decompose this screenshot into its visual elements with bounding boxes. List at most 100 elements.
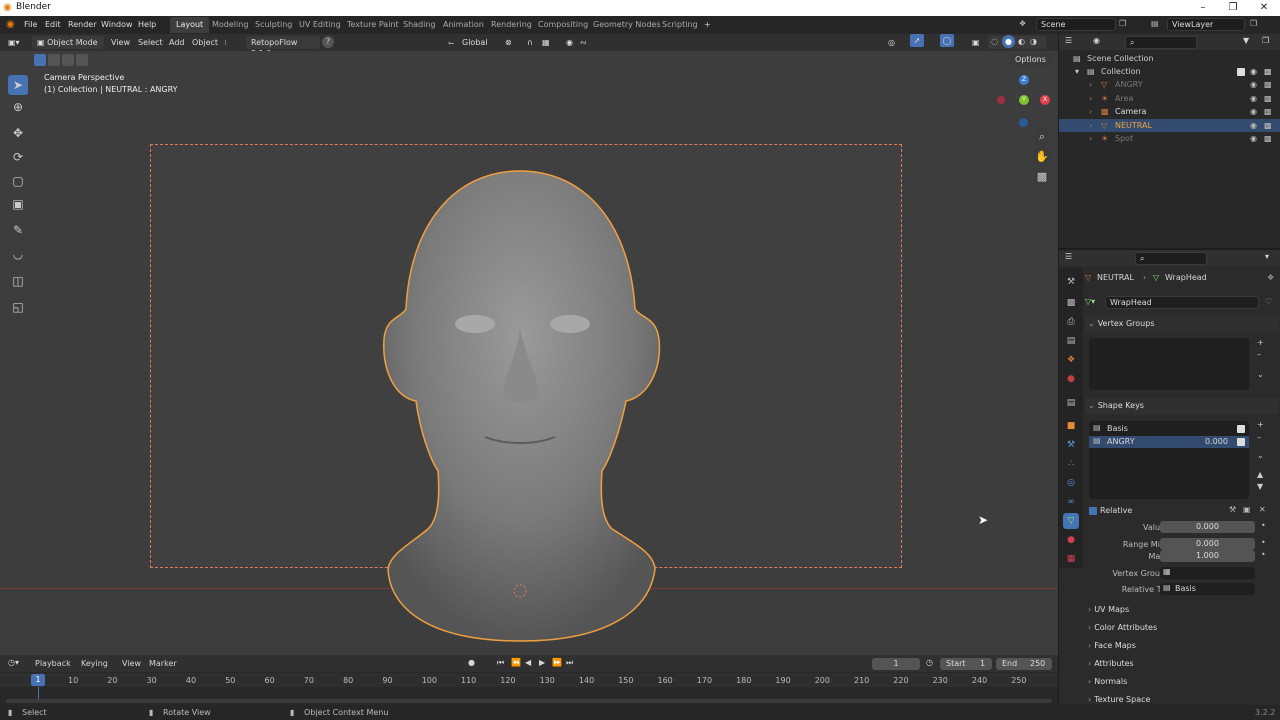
measure-tool-icon[interactable]: ◡ <box>8 244 28 264</box>
view-layer-tab-icon[interactable]: ▤ <box>1063 333 1079 349</box>
orientation-icon[interactable]: ⌙ <box>448 36 455 49</box>
vertex-group-specials-icon[interactable]: ⌄ <box>1257 370 1264 379</box>
clear-shape-keys-icon[interactable]: ✕ <box>1259 505 1266 514</box>
outliner-search-input[interactable]: ⌕ <box>1125 36 1197 49</box>
pin-icon[interactable]: ❖ <box>1267 273 1274 282</box>
properties-editor-icon[interactable]: ☰ <box>1065 252 1072 261</box>
select-intersect-icon[interactable] <box>76 54 88 66</box>
visibility-toggle-icon[interactable]: ◉ <box>1250 132 1257 145</box>
output-tab-icon[interactable]: ⎙ <box>1063 314 1079 330</box>
render-toggle-icon[interactable]: ▩ <box>1264 78 1272 91</box>
vertex-groups-list[interactable] <box>1089 338 1249 390</box>
timeline-marker-menu[interactable]: Marker <box>149 659 177 668</box>
select-tool-icon[interactable]: ➤ <box>8 75 28 95</box>
play-reverse-icon[interactable]: ◀ <box>525 658 531 667</box>
mesh-name-field[interactable]: WrapHead <box>1105 296 1259 309</box>
outliner-editor-icon[interactable]: ☰ <box>1065 36 1072 45</box>
timeline-scrollbar[interactable] <box>6 699 1052 703</box>
new-view-layer-icon[interactable]: ❐ <box>1250 19 1257 28</box>
menu-help[interactable]: Help <box>138 20 156 29</box>
shape-key-row[interactable]: ▤ Basis <box>1089 423 1249 435</box>
value-keyframe-icon[interactable]: • <box>1261 521 1266 530</box>
new-scene-icon[interactable]: ❐ <box>1119 19 1126 28</box>
expand-arrow-icon[interactable]: › <box>1089 78 1092 91</box>
move-shape-key-up-icon[interactable]: ▲ <box>1257 470 1263 479</box>
play-icon[interactable]: ▶ <box>539 658 545 667</box>
expand-collection-icon[interactable]: ▾ <box>1075 65 1079 78</box>
timeline-keying-menu[interactable]: Keying <box>81 659 108 668</box>
range-min-keyframe-icon[interactable]: • <box>1261 538 1266 547</box>
render-tab-icon[interactable]: ▩ <box>1063 295 1079 311</box>
add-vertex-group-icon[interactable]: + <box>1257 338 1264 347</box>
scale-tool-icon[interactable]: ▢ <box>8 171 28 191</box>
rotate-tool-icon[interactable]: ⟳ <box>8 147 28 167</box>
visibility-icon[interactable]: ◎ <box>888 36 895 49</box>
outliner-collection[interactable]: ▾ ▤ Collection ◉ ▩ <box>1059 65 1280 78</box>
shape-key-mute-checkbox[interactable] <box>1237 438 1245 446</box>
tab-geometry-nodes[interactable]: Geometry Nodes <box>587 17 666 33</box>
render-toggle-icon[interactable]: ▩ <box>1264 119 1272 132</box>
range-min-field[interactable]: 0.000 <box>1160 538 1255 550</box>
playhead[interactable]: 1 <box>31 674 45 686</box>
gizmo-neg-z[interactable] <box>1019 118 1028 127</box>
options-dropdown[interactable]: Options <box>1010 53 1054 66</box>
gizmo-toggle-icon[interactable]: ➚ <box>910 34 924 47</box>
shape-key-value[interactable]: 0.000 <box>1205 437 1228 446</box>
material-tab-icon[interactable]: ● <box>1063 532 1079 548</box>
visibility-toggle-icon[interactable]: ◉ <box>1250 105 1257 118</box>
record-icon[interactable]: ● <box>468 658 475 667</box>
collection-visibility-icon[interactable]: ◉ <box>1250 65 1257 78</box>
tool-tab-icon[interactable]: ⚒ <box>1063 274 1079 290</box>
timeline-playback-menu[interactable]: Playback <box>35 659 71 668</box>
vertex-group-field[interactable]: ▦ <box>1160 567 1255 579</box>
timeline-editor-icon[interactable]: ◷▾ <box>8 658 19 667</box>
outliner-item-spot[interactable]: › ☀ Spot ◉ ▩ <box>1059 132 1280 145</box>
pivot-icon[interactable]: ⊗ <box>505 36 512 49</box>
tab-rendering[interactable]: Rendering <box>485 17 538 33</box>
head-mesh[interactable] <box>380 169 665 647</box>
snap-icon[interactable]: ∩ <box>527 36 533 49</box>
outliner-item-neutral[interactable]: › ▽ NEUTRAL ◉ ▩ <box>1059 118 1280 132</box>
collection-checkbox[interactable] <box>1237 68 1245 76</box>
properties-options-icon[interactable]: ▾ <box>1265 252 1269 261</box>
pan-hand-icon[interactable]: ✋ <box>1033 148 1051 166</box>
outliner-item-angry[interactable]: › ▽ ANGRY ◉ ▩ <box>1059 78 1280 91</box>
shape-key-edit-icon[interactable]: ▣ <box>1243 505 1251 514</box>
max-keyframe-icon[interactable]: • <box>1261 550 1266 559</box>
physics-tab-icon[interactable]: ◎ <box>1063 475 1079 491</box>
tab-layout[interactable]: Layout <box>170 17 210 33</box>
3d-viewport[interactable]: Camera Perspective (1) Collection | NEUT… <box>0 51 1058 655</box>
render-toggle-icon[interactable]: ▩ <box>1264 132 1272 145</box>
move-shape-key-down-icon[interactable]: ▼ <box>1257 482 1263 491</box>
gizmo-neg-x[interactable] <box>997 96 1005 104</box>
tab-uv-editing[interactable]: UV Editing <box>293 17 347 33</box>
display-mode-icon[interactable]: ◉ <box>1093 36 1100 45</box>
collection-tab-icon[interactable]: ▤ <box>1063 395 1079 411</box>
tab-modeling[interactable]: Modeling <box>206 17 254 33</box>
next-keyframe-icon[interactable]: ⏩ <box>552 658 562 667</box>
zoom-icon[interactable]: ⌕ <box>1033 128 1051 146</box>
render-toggle-icon[interactable]: ▩ <box>1264 92 1272 105</box>
select-subtract-icon[interactable] <box>62 54 74 66</box>
retopoflow-tool-icon[interactable]: ◱ <box>8 297 28 317</box>
annotate-tool-icon[interactable]: ✎ <box>8 220 28 240</box>
expand-arrow-icon[interactable]: › <box>1089 92 1092 105</box>
panel-attributes[interactable]: › Attributes <box>1085 656 1279 672</box>
navigation-gizmo[interactable]: Z Y X <box>996 75 1052 131</box>
tab-sculpting[interactable]: Sculpting <box>249 17 298 33</box>
cursor-tool-icon[interactable]: ⊕ <box>8 97 28 117</box>
mesh-data-tab-icon[interactable]: ▽ <box>1063 513 1079 529</box>
end-frame-field[interactable]: End 250 <box>996 658 1052 670</box>
restore-icon[interactable]: ❐ <box>1219 0 1247 16</box>
outliner-item-camera[interactable]: › ▩ Camera ◉ ▩ <box>1059 105 1280 118</box>
editor-type-icon[interactable]: ▣▾ <box>8 36 20 49</box>
shape-key-specials-icon[interactable]: ⌄ <box>1257 451 1264 460</box>
tab-shading[interactable]: Shading <box>397 17 442 33</box>
timeline-view-menu[interactable]: View <box>122 659 141 668</box>
expand-arrow-icon[interactable]: › <box>1089 105 1092 118</box>
shape-key-row-selected[interactable]: ▤ ANGRY 0.000 <box>1089 436 1249 448</box>
wireframe-shading-icon[interactable]: ◌ <box>991 37 998 46</box>
proportional-edit-icon[interactable]: ◉ <box>566 36 573 49</box>
overlay-toggle-icon[interactable]: ◯ <box>940 34 954 47</box>
filter-icon[interactable]: ▼ <box>1243 36 1249 45</box>
